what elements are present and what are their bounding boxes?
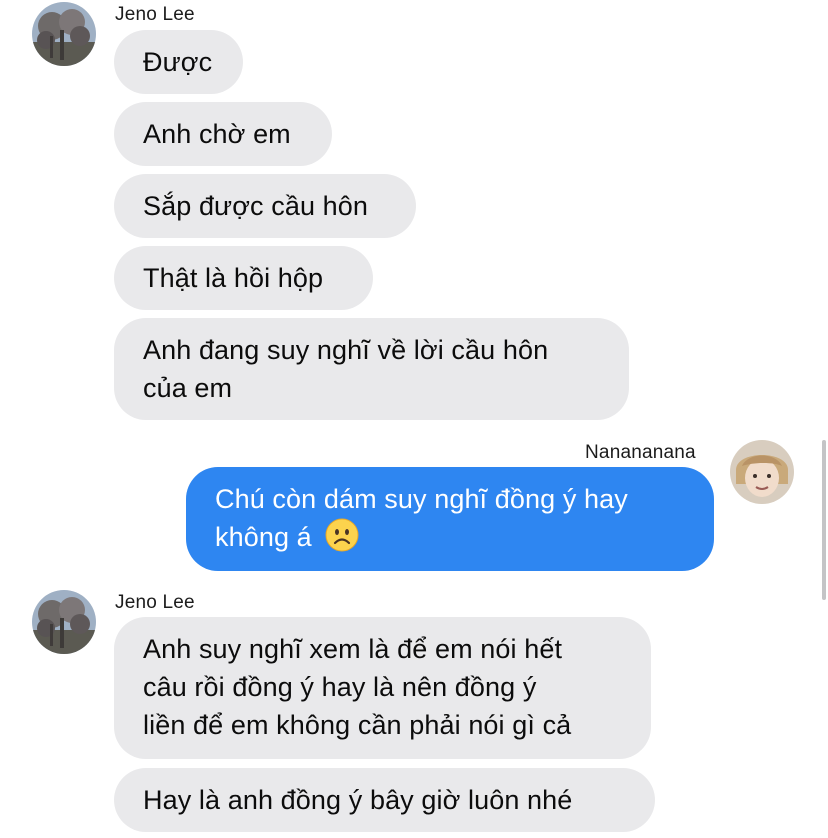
avatar-nanananana[interactable]: [730, 440, 794, 504]
frowning-face-emoji-icon: [325, 518, 359, 552]
message-text-line: Chú còn dám suy nghĩ đồng ý hay: [215, 484, 628, 514]
chat-thread: Jeno Lee Được Anh chờ em Sắp được cầu hô…: [0, 0, 828, 838]
message-text: Hay là anh đồng ý bây giờ luôn nhé: [143, 785, 573, 815]
message-bubble-incoming[interactable]: Anh suy nghĩ xem là để em nói hết câu rồ…: [114, 617, 651, 759]
message-bubble-incoming[interactable]: Hay là anh đồng ý bây giờ luôn nhé: [114, 768, 655, 832]
message-text-line: của em: [143, 373, 233, 403]
message-bubble-incoming[interactable]: Anh đang suy nghĩ về lời cầu hôn của em: [114, 318, 629, 420]
sender-name: Jeno Lee: [115, 592, 195, 613]
avatar-person-photo-icon: [730, 440, 794, 504]
message-bubble-incoming[interactable]: Sắp được cầu hôn: [114, 174, 416, 238]
message-text: Anh chờ em: [143, 119, 291, 149]
message-text-line: Anh suy nghĩ xem là để em nói hết: [143, 634, 563, 664]
message-bubble-incoming[interactable]: Được: [114, 30, 243, 94]
avatar-jeno-lee[interactable]: [32, 2, 96, 66]
message-text-line: liền để em không cần phải nói gì cả: [143, 710, 572, 740]
message-bubble-incoming[interactable]: Anh chờ em: [114, 102, 332, 166]
sender-name: Jeno Lee: [115, 4, 195, 25]
scrollbar[interactable]: [822, 440, 826, 600]
sender-name: Nanananana: [585, 442, 696, 463]
avatar-jeno-lee[interactable]: [32, 590, 96, 654]
message-text-line: Anh đang suy nghĩ về lời cầu hôn: [143, 335, 549, 365]
message-bubble-outgoing[interactable]: Chú còn dám suy nghĩ đồng ý hay không á: [186, 467, 714, 571]
message-text-line: không á: [215, 522, 312, 552]
message-text: Thật là hồi hộp: [143, 263, 324, 293]
avatar-tree-photo-icon: [32, 2, 96, 66]
message-bubble-incoming[interactable]: Thật là hồi hộp: [114, 246, 373, 310]
message-text: Sắp được cầu hôn: [143, 191, 369, 221]
message-text-line: câu rồi đồng ý hay là nên đồng ý: [143, 672, 537, 702]
avatar-tree-photo-icon: [32, 590, 96, 654]
message-text: Được: [143, 47, 213, 77]
